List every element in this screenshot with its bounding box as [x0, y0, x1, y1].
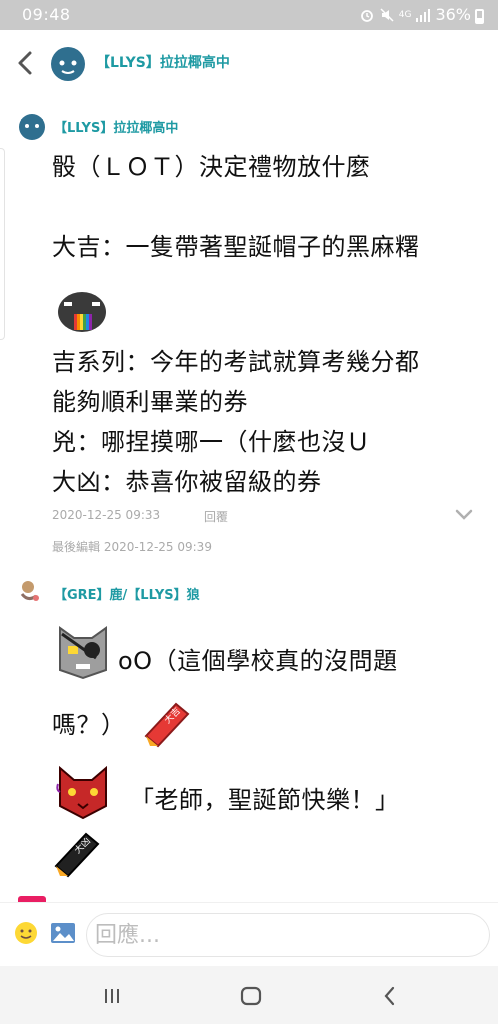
- post-text-line: 大凶：恭喜你被留級的券: [52, 468, 322, 496]
- post-text-line: 能夠順利畢業的券: [52, 388, 248, 416]
- black-mochi-sticker: [58, 292, 106, 332]
- author-name[interactable]: 【LLYS】拉拉椰高中: [54, 117, 178, 136]
- drawer-handle[interactable]: [0, 148, 5, 340]
- system-nav-bar: [0, 966, 498, 1024]
- signal-icon: [416, 8, 431, 22]
- avatar[interactable]: [48, 43, 88, 83]
- black-lot-stick-sticker: 大凶: [54, 832, 100, 878]
- edited-note: 最後編輯 2020-12-25 09:39: [52, 540, 212, 554]
- author-avatar[interactable]: [16, 578, 42, 604]
- red-lot-stick-sticker: 大吉: [144, 702, 190, 748]
- post-text-line: 兇：哪捏摸哪一（什麼也沒Ｕ: [52, 428, 371, 456]
- red-fox-sticker: [56, 765, 107, 820]
- home-icon[interactable]: [239, 984, 263, 1008]
- author-avatar[interactable]: [16, 110, 48, 142]
- status-bar: 09:48 4G 36%: [0, 0, 498, 30]
- status-time: 09:48: [22, 5, 71, 24]
- post-text-line: 嗎？）: [52, 711, 126, 739]
- post-text-line: oO（這個學校真的沒問題: [118, 647, 398, 675]
- page-title: 【LLYS】拉拉椰高中: [96, 55, 230, 71]
- reply-composer: [0, 902, 498, 966]
- chevron-down-icon[interactable]: [452, 506, 476, 524]
- post-text-line: 骰（ＬＯＴ）決定禮物放什麼: [52, 153, 371, 181]
- reply-link[interactable]: 回覆: [204, 508, 228, 525]
- author-name[interactable]: 【GRE】鹿/【LLYS】狼: [54, 584, 200, 603]
- network-type: 4G: [398, 9, 412, 20]
- post-timestamp: 2020-12-25 09:33: [52, 508, 161, 522]
- battery-level: 36%: [435, 5, 471, 24]
- recent-apps-icon[interactable]: [100, 984, 124, 1008]
- post-text-line: 「老師，聖誕節快樂！」: [130, 786, 400, 814]
- battery-icon: [475, 9, 484, 24]
- reply-input[interactable]: [86, 913, 490, 957]
- image-icon[interactable]: [50, 921, 76, 945]
- mute-icon: [380, 7, 394, 22]
- alarm-icon: [360, 9, 373, 22]
- top-app-bar: 【LLYS】拉拉椰高中: [0, 30, 498, 96]
- back-arrow-icon[interactable]: [14, 50, 38, 76]
- post-text-line: 吉系列：今年的考試就算考幾分都: [52, 348, 420, 376]
- back-icon[interactable]: [378, 984, 402, 1008]
- emoji-icon[interactable]: [14, 921, 38, 945]
- gray-wolf-sticker: [59, 626, 107, 680]
- post-text-line: 大吉：一隻帶著聖誕帽子的黑麻糬: [52, 233, 420, 261]
